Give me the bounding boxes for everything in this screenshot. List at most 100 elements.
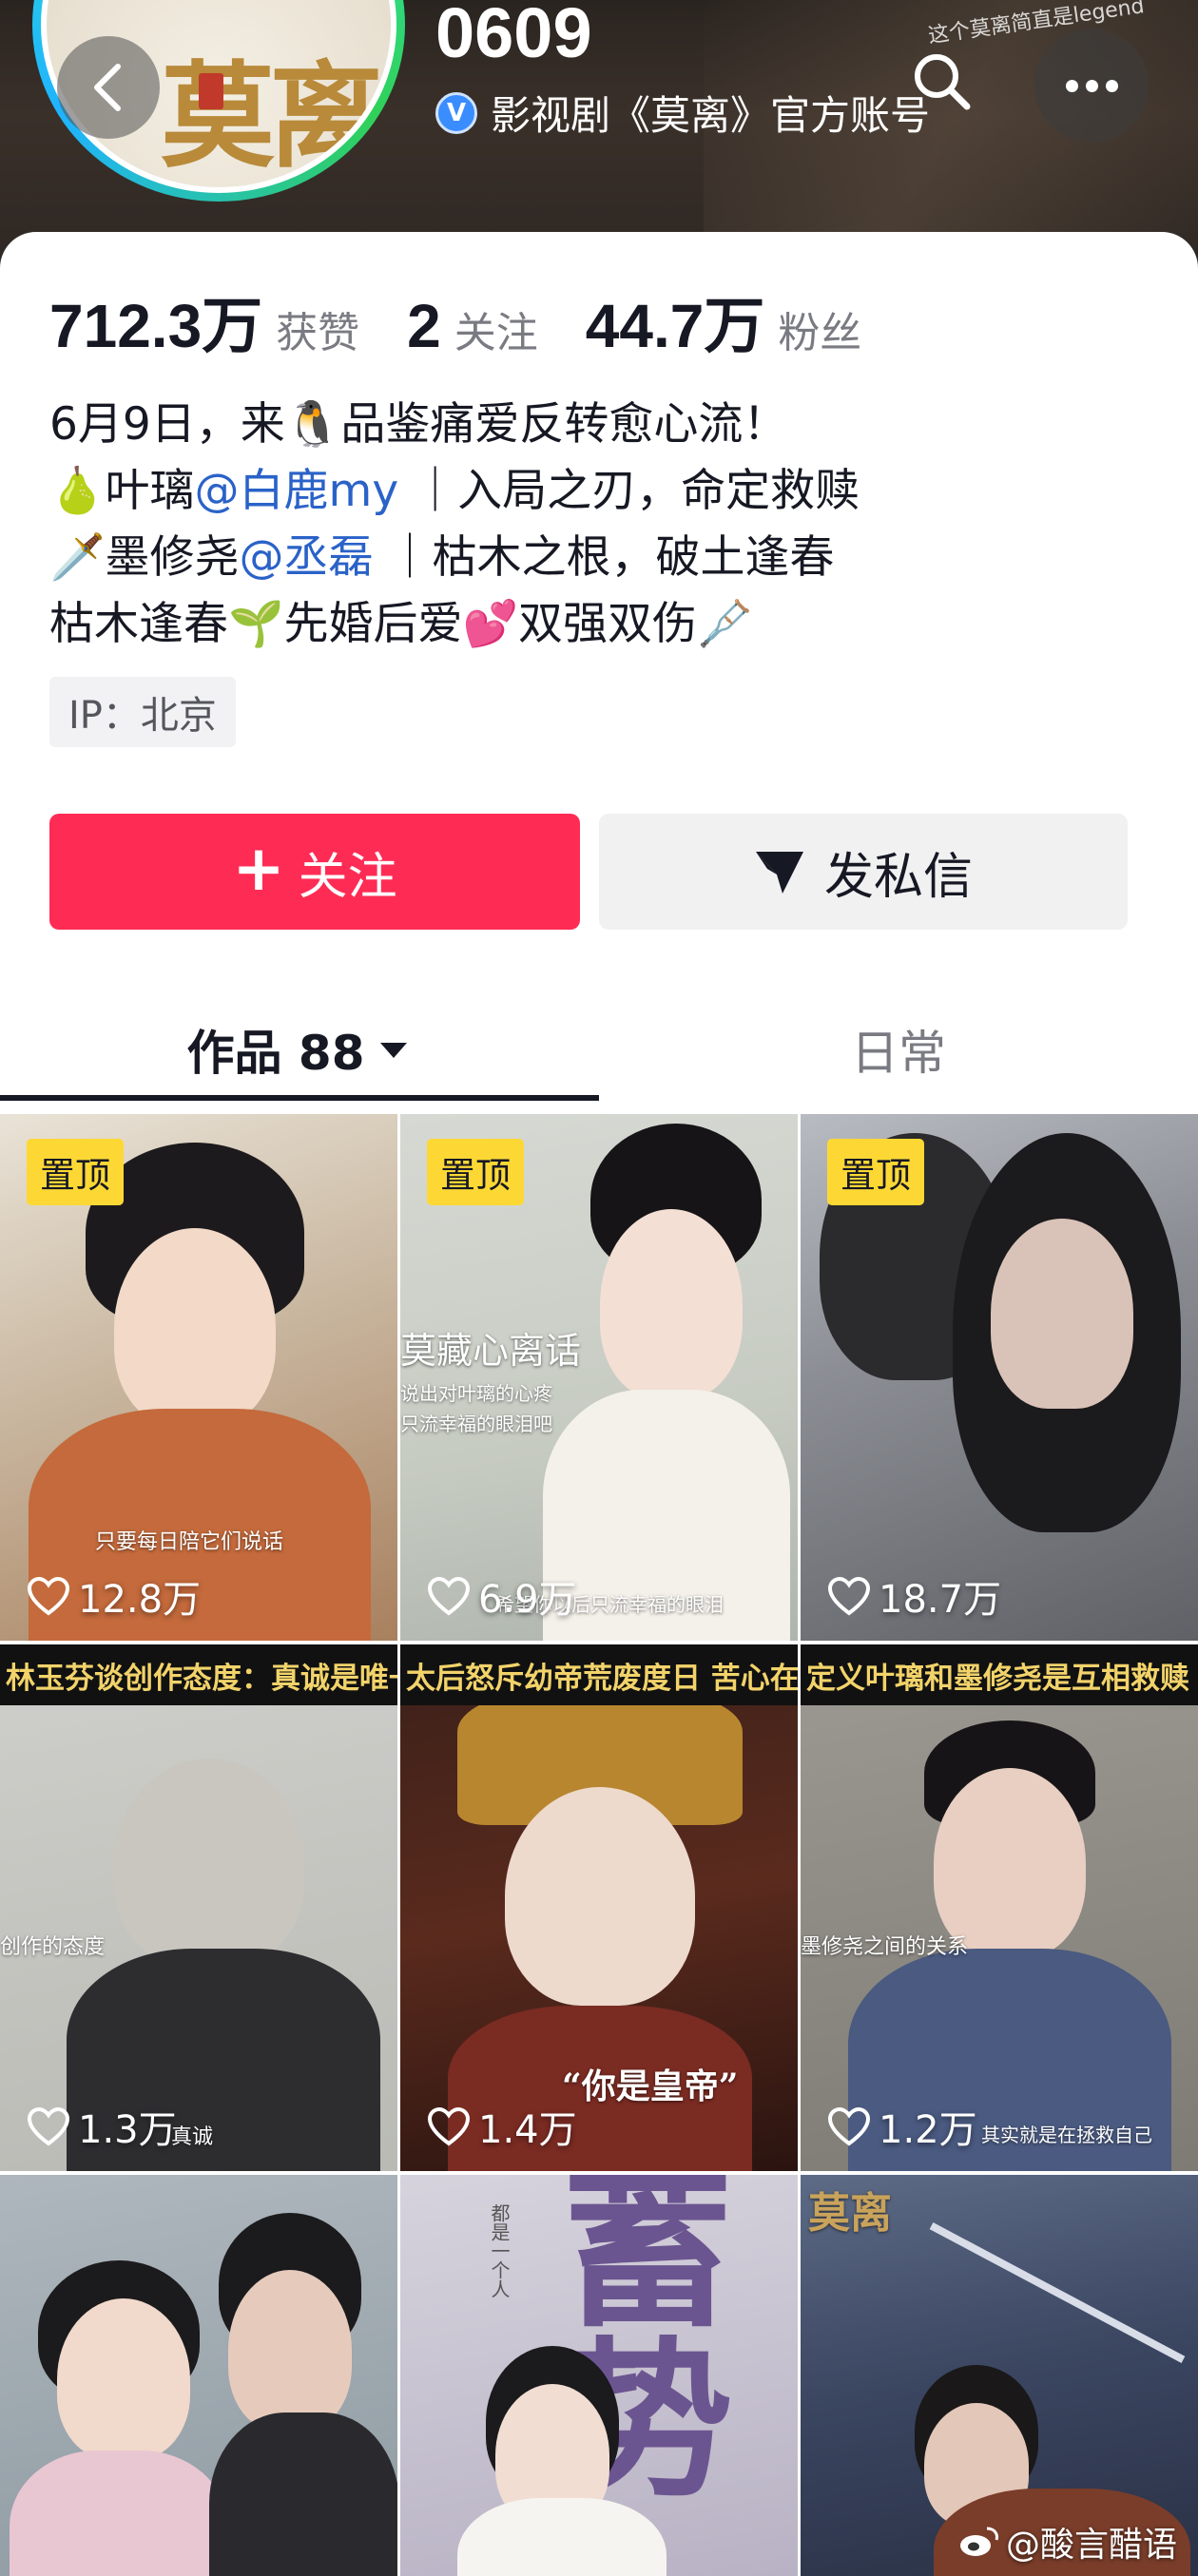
robe-shape	[10, 2451, 228, 2576]
verified-row: V 影视剧《莫离》官方账号	[435, 84, 930, 142]
pinned-badge: 置顶	[827, 1139, 924, 1205]
face-shape	[114, 1228, 276, 1428]
video-likes: 12.8万	[27, 1568, 201, 1624]
video-caption: 只要每日陪它们说话	[95, 1530, 284, 1554]
search-icon	[915, 54, 971, 110]
caret-down-icon	[379, 1043, 407, 1058]
profile-stats: 712.3万 获赞 2 关注 44.7万 粉丝	[49, 278, 909, 365]
bio-text: 🗡️墨修尧	[49, 531, 240, 584]
ip-location-tag: IP：北京	[49, 677, 236, 747]
face-shape	[228, 2270, 352, 2432]
likes-count: 18.7万	[879, 1578, 1002, 1622]
likes-count: 1.2万	[879, 2108, 977, 2152]
video-headline: 林玉芬谈创作态度：真诚是唯一原则	[0, 1644, 397, 1705]
likes-count: 712.3万	[49, 292, 263, 360]
video-tile[interactable]: 太后怒斥幼帝荒废度日 苦心在孩子 “你是皇帝” 1.4万	[400, 1644, 798, 2171]
face-shape	[600, 1209, 743, 1399]
video-likes: 1.4万	[427, 2099, 577, 2154]
video-quote: “你是皇帝”	[562, 2067, 739, 2106]
tab-works[interactable]: 作品 88	[0, 992, 599, 1106]
follow-button[interactable]: + 关注	[49, 814, 580, 930]
plus-icon: +	[232, 832, 285, 905]
robe-shape	[457, 2498, 667, 2576]
verified-icon: V	[435, 91, 477, 134]
chevron-left-icon	[94, 64, 121, 111]
heart-icon	[827, 1576, 871, 1616]
avatar-seal	[199, 73, 223, 109]
bio-text: 🍐叶璃	[49, 465, 195, 517]
video-title: 莫藏心离话	[400, 1330, 582, 1372]
active-tab-indicator	[0, 1095, 599, 1101]
tab-daily[interactable]: 日常	[599, 992, 1198, 1106]
more-dot-icon	[1105, 79, 1118, 92]
followers-label[interactable]: 粉丝	[778, 298, 861, 359]
followers-count[interactable]: 44.7万	[586, 278, 765, 365]
likes-count: 1.4万	[478, 2108, 577, 2152]
bio-line: 枯木逢春🌱先婚后爱💕双强双伤🩼	[49, 598, 753, 650]
video-tile[interactable]: 定义叶璃和墨修尧是互相救赎 墨修尧之间的关系 其实就是在拯救自己 1.2万	[801, 1644, 1198, 2171]
video-tile[interactable]: 置顶 只要每日陪它们说话 12.8万	[0, 1114, 397, 1641]
video-likes: 6.9万	[427, 1568, 577, 1624]
more-dot-icon	[1065, 79, 1078, 92]
search-button[interactable]	[908, 48, 975, 114]
video-likes: 1.2万	[827, 2099, 977, 2154]
video-headline: 太后怒斥幼帝荒废度日 苦心在孩子	[400, 1644, 798, 1705]
bio-line: 🍐叶璃@白鹿my ｜入局之刃，命定救赎	[49, 458, 1143, 525]
heart-icon	[427, 1576, 471, 1616]
heart-icon	[27, 2106, 70, 2146]
more-button[interactable]	[1034, 29, 1149, 143]
bio-text: ｜入局之刃，命定救赎	[398, 465, 860, 517]
video-likes: 18.7万	[827, 1568, 1001, 1624]
pinned-badge: 置顶	[427, 1139, 524, 1205]
following-label[interactable]: 关注	[454, 298, 538, 359]
video-tile[interactable]: 莫离	[801, 2175, 1198, 2576]
video-side-text: 墨修尧之间的关系	[801, 1935, 969, 1959]
video-tile[interactable]: 蓄势 都是一个人	[400, 2175, 798, 2576]
video-tile[interactable]	[0, 2175, 397, 2576]
heart-icon	[427, 2106, 471, 2146]
video-likes: 1.3万	[27, 2099, 177, 2154]
heart-icon	[27, 1576, 70, 1616]
video-small-text: 都是一个人	[488, 2203, 511, 2298]
video-caption: 真诚	[171, 2125, 214, 2149]
profile-handle: 0609	[435, 0, 592, 72]
face-shape	[114, 1759, 304, 1968]
profile-tabs: 作品 88 日常	[0, 992, 1198, 1106]
video-logo-text: 莫离	[808, 2189, 892, 2238]
video-caption: 其实就是在拯救自己	[981, 2124, 1152, 2146]
weibo-icon	[959, 2527, 998, 2556]
face-shape	[505, 1787, 695, 2006]
avatar-logo-text: 莫离	[161, 49, 383, 183]
video-tile[interactable]: 林玉芬谈创作态度：真诚是唯一原则 创作的态度 真诚 1.3万	[0, 1644, 397, 2171]
follow-button-label: 关注	[298, 848, 397, 906]
mention-link[interactable]: @丞磊	[240, 531, 374, 584]
video-subtitle: 只流幸福的眼泪吧	[400, 1413, 552, 1435]
video-subtitle: 说出对叶璃的心疼	[400, 1382, 552, 1405]
video-side-text: 创作的态度	[0, 1935, 106, 1959]
robe-shape	[209, 2413, 397, 2576]
bio-line: 🗡️墨修尧@丞磊 ｜枯木之根，破土逢春	[49, 525, 1143, 591]
likes-label: 获赞	[276, 309, 360, 357]
face-shape	[991, 1219, 1133, 1409]
watermark-text: @酸言醋语	[1005, 2526, 1177, 2565]
bio-text: ｜枯木之根，破土逢春	[373, 531, 835, 584]
video-tile[interactable]: 置顶 莫藏心离话 说出对叶璃的心疼 只流幸福的眼泪吧 希望你以后只流幸福的眼泪 …	[400, 1114, 798, 1641]
likes-count: 12.8万	[78, 1578, 202, 1622]
tab-works-label: 作品 88	[186, 1026, 365, 1081]
pinned-badge: 置顶	[27, 1139, 124, 1205]
message-button[interactable]: 发私信	[599, 814, 1128, 930]
face-shape	[57, 2298, 190, 2460]
likes-count: 6.9万	[478, 1578, 577, 1622]
heart-icon	[827, 2106, 871, 2146]
more-dot-icon	[1085, 79, 1098, 92]
verified-label: 影视剧《莫离》官方账号	[491, 92, 931, 139]
video-tile[interactable]: 置顶 18.7万	[801, 1114, 1198, 1641]
send-icon	[755, 852, 803, 894]
profile-bio: 6月9日，来🐧品鉴痛爱反转愈心流！ 🍐叶璃@白鹿my ｜入局之刃，命定救赎 🗡️…	[49, 392, 1143, 658]
mention-link[interactable]: @白鹿my	[195, 465, 399, 517]
message-button-label: 发私信	[823, 848, 973, 906]
video-headline: 定义叶璃和墨修尧是互相救赎	[801, 1644, 1198, 1705]
back-button[interactable]	[57, 36, 160, 139]
following-count[interactable]: 2	[407, 291, 441, 361]
likes-count: 1.3万	[78, 2108, 177, 2152]
